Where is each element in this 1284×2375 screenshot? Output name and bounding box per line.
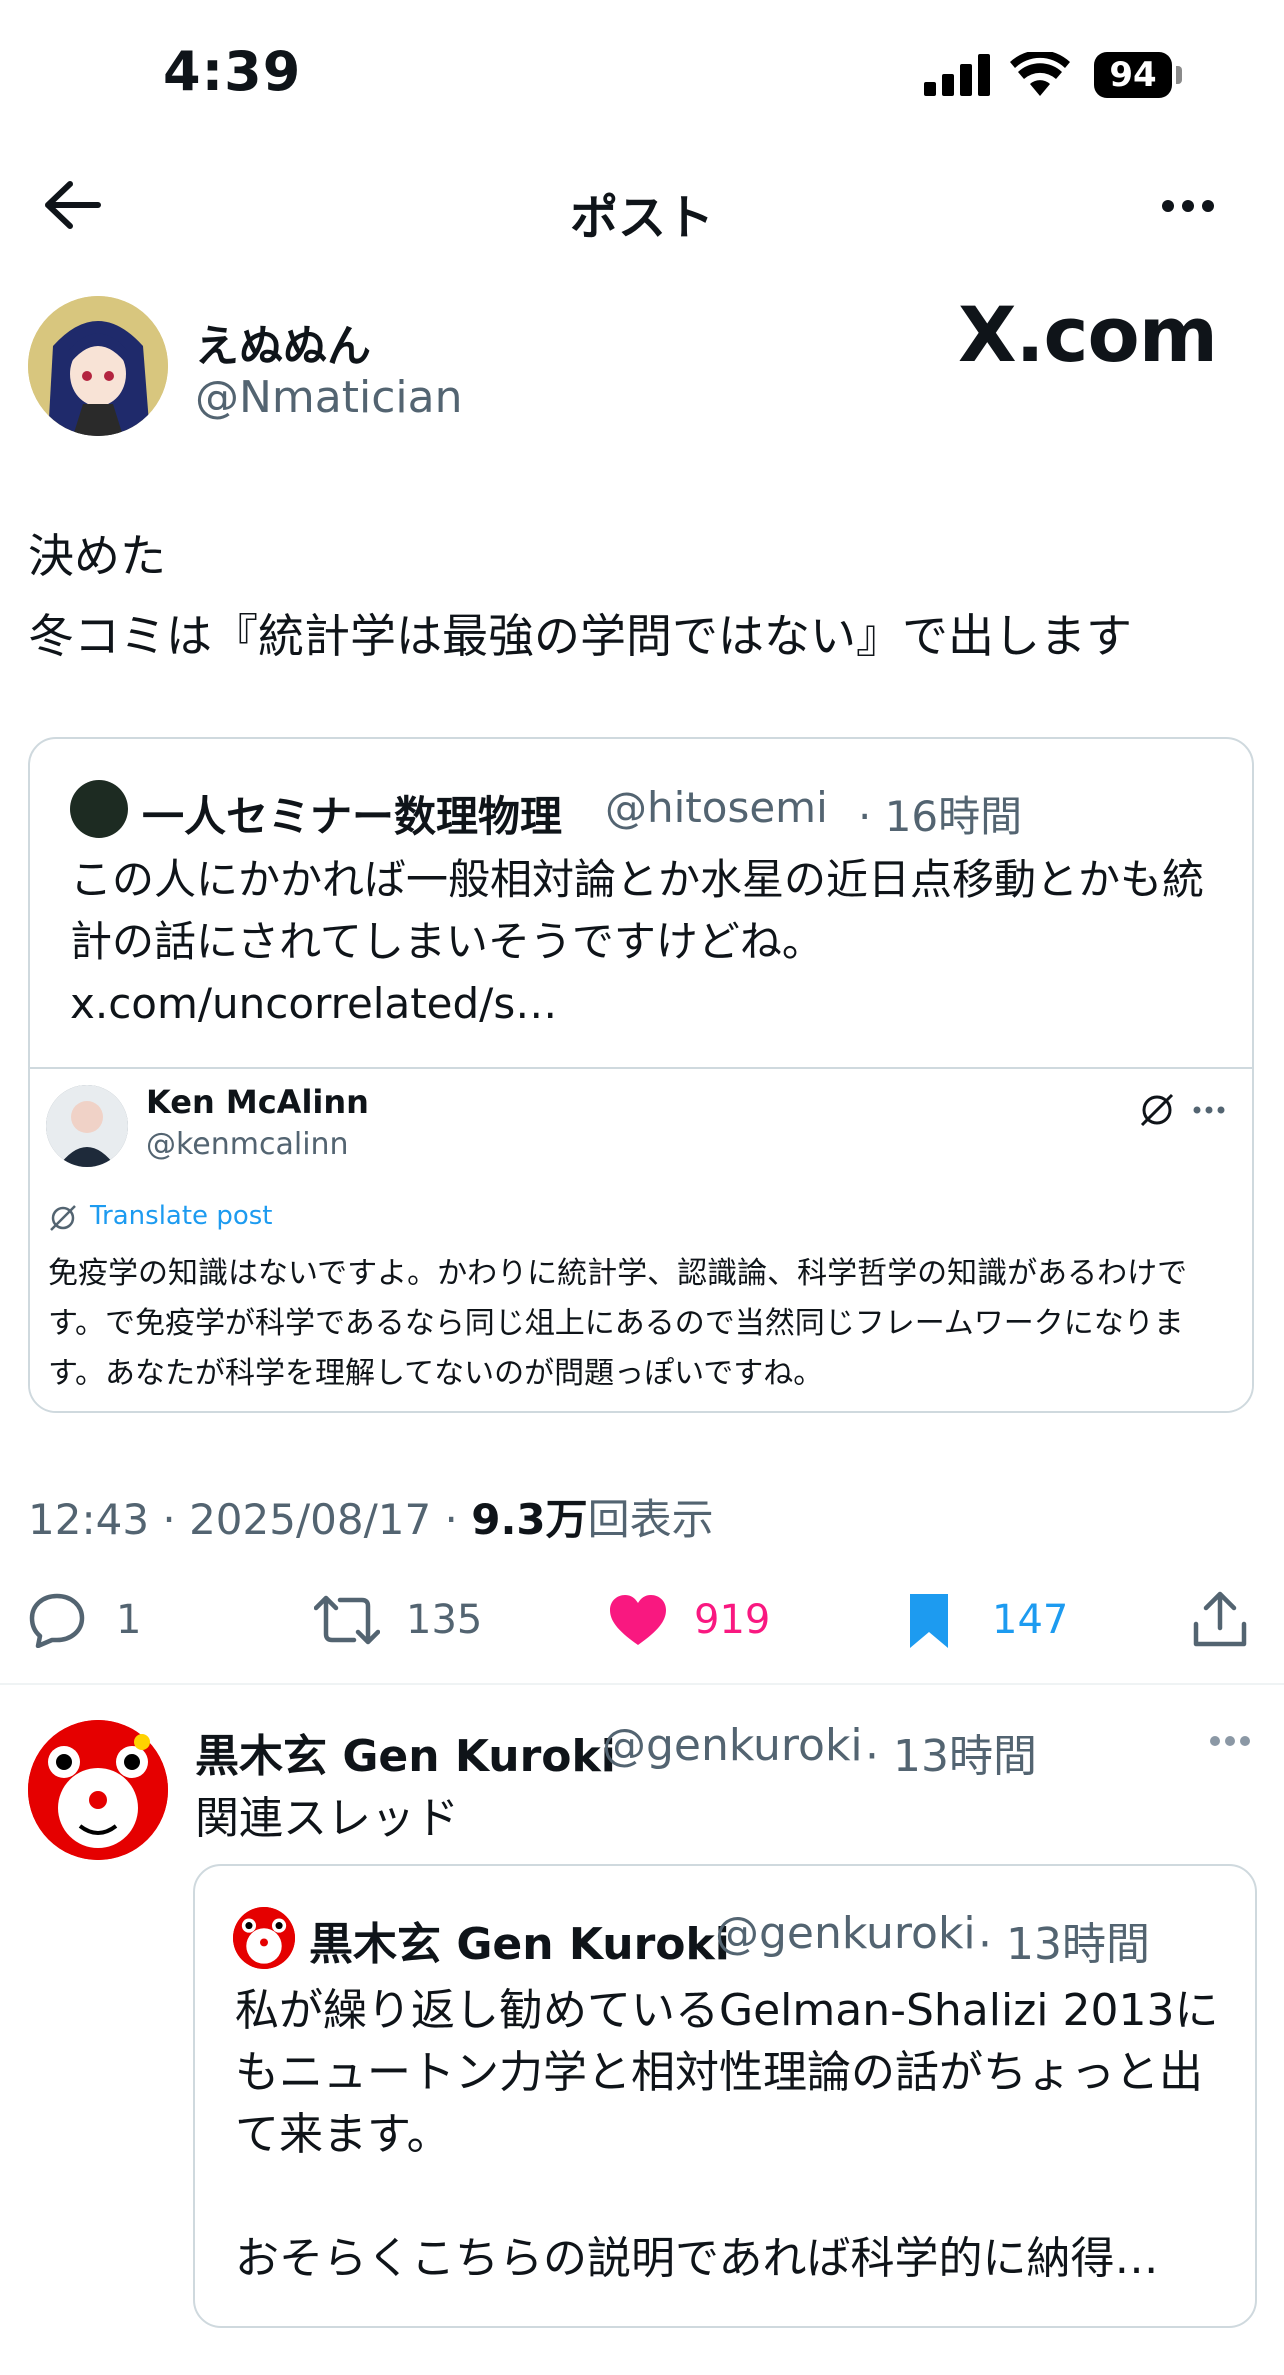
quoted-author-handle[interactable]: @hitosemi [605, 783, 828, 832]
signal-icon [924, 54, 990, 96]
like-button[interactable]: 919 [608, 1590, 770, 1650]
status-time: 4:39 [163, 40, 302, 103]
repost-button[interactable]: 135 [314, 1590, 482, 1650]
embedded-author-name: Ken McAlinn [146, 1083, 369, 1121]
bookmark-button[interactable]: 147 [906, 1590, 1068, 1650]
view-label: 回表示 [587, 1495, 714, 1544]
grok-icon [1140, 1093, 1174, 1127]
quoted-author-avatar[interactable] [70, 780, 128, 838]
embedded-author-handle: @kenmcalinn [146, 1127, 349, 1162]
reply-author-avatar[interactable] [28, 1720, 168, 1860]
repost-icon [314, 1595, 380, 1645]
red-bear-avatar-icon [233, 1907, 295, 1969]
quoted-screenshot-image[interactable]: Ken McAlinn @kenmcalinn Translate post 免… [30, 1067, 1252, 1411]
embedded-post-text: 免疫学の知識はないですよ。かわりに統計学、認識論、科学哲学の知識があるわけです。… [48, 1256, 1188, 1391]
x-com-logo: X.com [958, 290, 1218, 379]
reply-quoted-text: 私が繰り返し勧めているGelman-Shalizi 2013にもニュートン力学と… [235, 1985, 1219, 2284]
reply-quoted-card[interactable]: 黒木玄 Gen Kuroki @genkuroki · 13時間 私が繰り返し勧… [193, 1864, 1257, 2328]
reply-quoted-name: 黒木玄 Gen Kuroki [309, 1919, 730, 1970]
reply-time: · 13時間 [865, 1731, 1037, 1782]
reply-button[interactable]: 1 [28, 1590, 141, 1650]
author-name[interactable]: えぬぬん [195, 310, 371, 374]
post-meta: 12:43 · 2025/08/17 · 9.3万回表示 [28, 1486, 714, 1547]
battery-indicator: 94 [1094, 52, 1172, 98]
page-title: ポスト [569, 190, 714, 246]
author-avatar[interactable] [28, 296, 168, 436]
wifi-icon [1010, 52, 1070, 96]
reply-quoted-handle: @genkuroki [715, 1908, 976, 1959]
quoted-post-time: · 16時間 [858, 792, 1023, 841]
reply-text: 関連スレッド [195, 1793, 459, 1844]
anime-girl-avatar-icon [28, 296, 168, 436]
quoted-post-card[interactable]: 一人セミナー数理物理 @hitosemi · 16時間 この人にかかれば一般相対… [28, 737, 1254, 1413]
share-icon[interactable] [1192, 1590, 1248, 1648]
embedded-author-avatar [46, 1085, 128, 1167]
post-text: 決めた 冬コミは『統計学は最強の学問ではない』で出します [28, 529, 1132, 663]
person-avatar-icon [46, 1085, 128, 1167]
like-count: 919 [694, 1597, 771, 1643]
heart-filled-icon [610, 1595, 666, 1645]
reply-author-name[interactable]: 黒木玄 Gen Kuroki [195, 1720, 616, 1784]
translate-icon [50, 1205, 76, 1231]
repost-count: 135 [406, 1597, 483, 1643]
embedded-more-icon [1193, 1106, 1225, 1114]
divider [0, 1683, 1284, 1685]
reply-author-handle[interactable]: @genkuroki [602, 1720, 863, 1771]
reply-quoted-time: · 13時間 [978, 1919, 1150, 1970]
view-count: 9.3万 [471, 1495, 588, 1544]
translate-post-link: Translate post [90, 1201, 273, 1231]
bottom-fade [0, 2340, 1284, 2375]
quoted-author-name[interactable]: 一人セミナー数理物理 [142, 783, 562, 844]
battery-tip [1176, 66, 1182, 84]
more-options-icon[interactable] [1160, 198, 1216, 214]
quoted-post-text: この人にかかれば一般相対論とか水星の近日点移動とかも統計の話にされてしまいそうで… [70, 855, 1205, 1028]
author-handle[interactable]: @Nmatician [195, 372, 462, 423]
post-timestamp: 12:43 · 2025/08/17 · [28, 1495, 472, 1544]
red-bear-avatar-icon [28, 1720, 168, 1860]
reply-icon [29, 1593, 85, 1648]
bookmark-filled-icon [910, 1594, 948, 1648]
reply-count: 1 [116, 1597, 142, 1643]
reply-more-icon[interactable] [1208, 1734, 1252, 1748]
bookmark-count: 147 [992, 1597, 1069, 1643]
reply-quoted-avatar [233, 1907, 295, 1969]
